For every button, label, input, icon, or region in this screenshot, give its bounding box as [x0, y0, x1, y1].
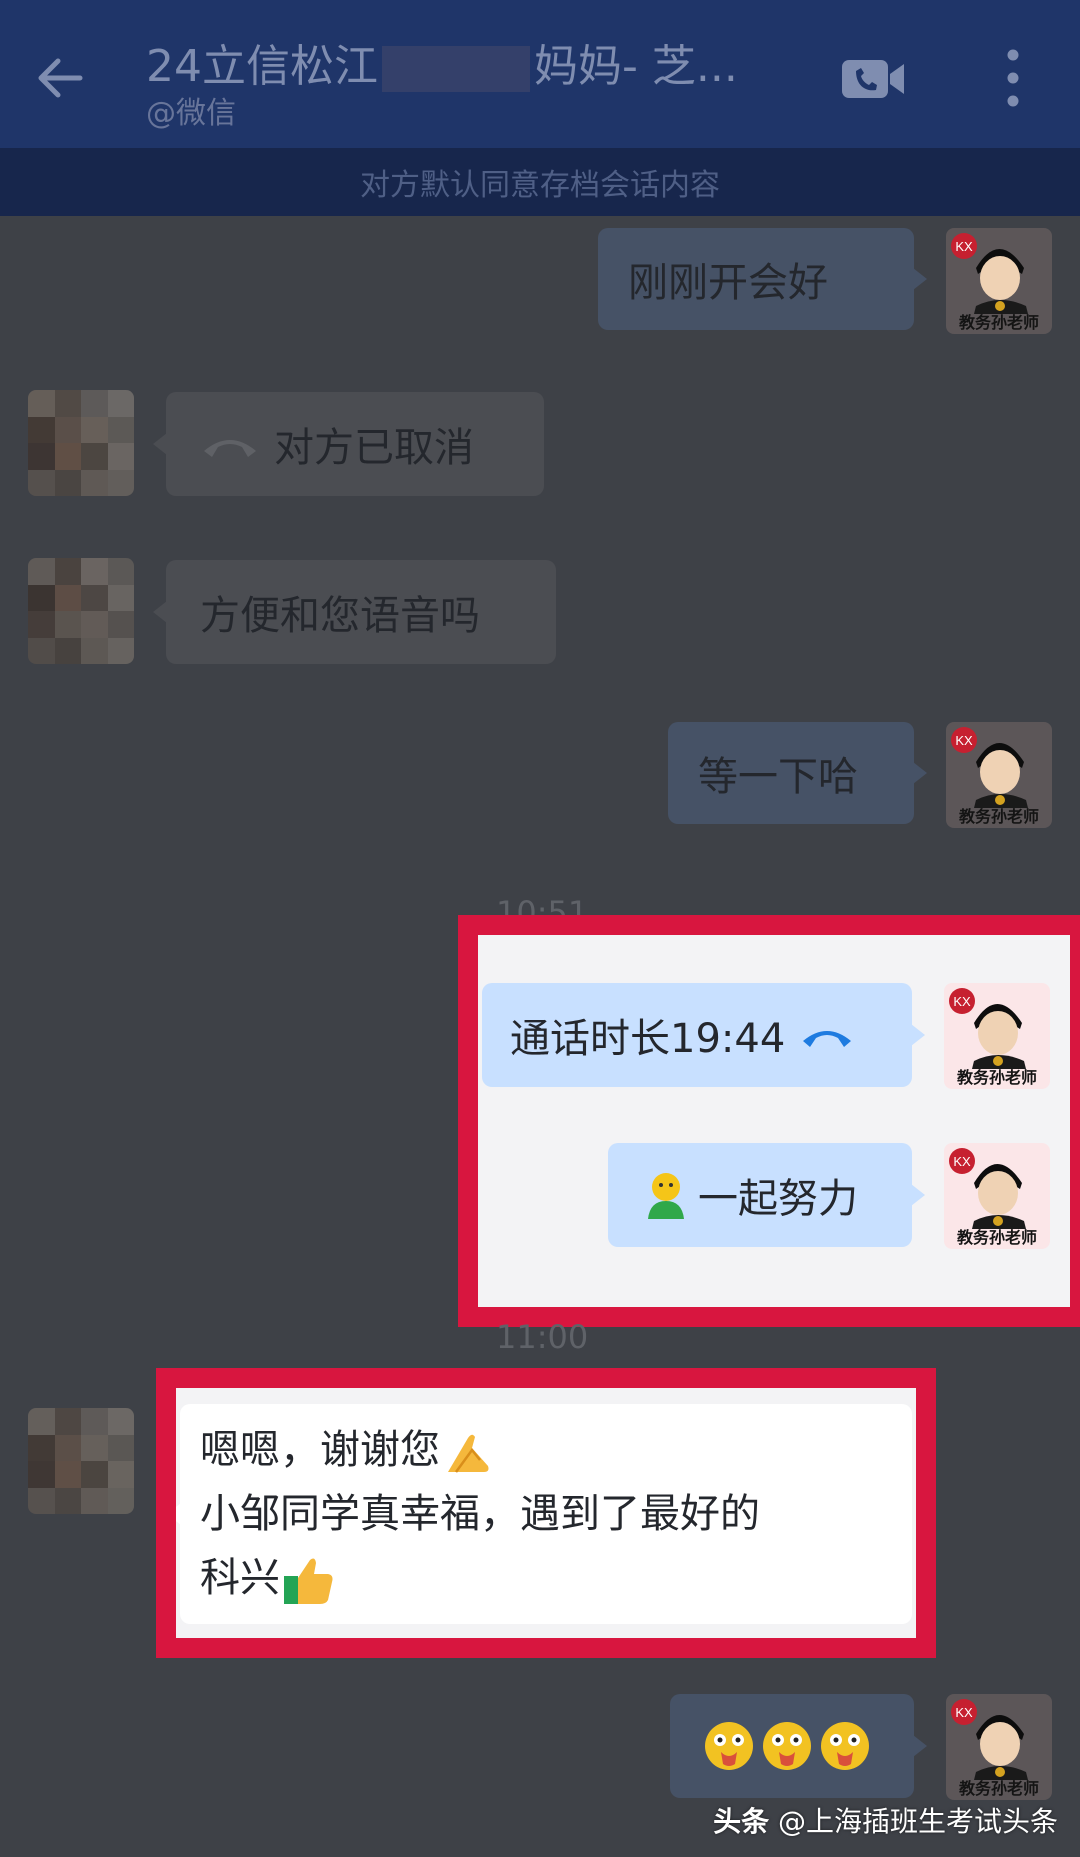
tongue-face-emoji-icon	[821, 1722, 869, 1770]
highlight-frame	[156, 1368, 936, 1658]
phone-hangup-icon	[204, 440, 256, 457]
message-text: 等一下哈	[698, 754, 858, 800]
incoming-message-bubble[interactable]: 对方已取消	[153, 392, 544, 496]
svg-text:KX: KX	[955, 239, 973, 254]
arrow-left-icon[interactable]	[30, 48, 90, 108]
parent-avatar[interactable]	[28, 558, 134, 664]
teacher-avatar[interactable]: KX 教务孙老师	[946, 1694, 1052, 1800]
chat-title: 24立信松江 妈妈- 芝...	[146, 30, 738, 94]
message-timestamp: 11:00	[496, 1318, 589, 1356]
watermark-brand: 头条	[713, 1805, 770, 1838]
parent-avatar[interactable]	[28, 1408, 134, 1514]
chat-title-prefix: 24立信松江	[146, 41, 378, 92]
highlight-frame	[458, 915, 1080, 1327]
teacher-avatar[interactable]: KX 教务孙老师	[946, 722, 1052, 828]
outgoing-message-bubble[interactable]: 等一下哈	[668, 722, 927, 824]
archive-notice: 对方默认同意存档会话内容	[0, 148, 1080, 216]
tongue-face-emoji-icon	[705, 1722, 753, 1770]
message-text: 方便和您语音吗	[200, 593, 480, 639]
tongue-face-emoji-icon	[763, 1722, 811, 1770]
more-vertical-icon[interactable]	[1000, 46, 1026, 110]
watermark-handle: @上海插班生考试头条	[777, 1805, 1058, 1838]
message-text: 对方已取消	[274, 425, 474, 471]
incoming-message-bubble[interactable]: 方便和您语音吗	[153, 560, 556, 664]
teacher-avatar[interactable]: KX 教务孙老师	[946, 228, 1052, 334]
teacher-name-label: 教务孙老师	[958, 1779, 1039, 1798]
redacted-name	[382, 46, 530, 92]
parent-avatar[interactable]	[28, 390, 134, 496]
svg-text:KX: KX	[955, 1705, 973, 1720]
outgoing-message-bubble[interactable]	[670, 1694, 927, 1798]
chat-header: 24立信松江 妈妈- 芝... @微信	[0, 0, 1080, 148]
video-call-icon[interactable]	[840, 54, 906, 104]
svg-text:KX: KX	[955, 733, 973, 748]
chat-title-suffix: 妈妈- 芝...	[534, 41, 738, 92]
outgoing-message-bubble[interactable]: 刚刚开会好	[598, 228, 927, 330]
teacher-name-label: 教务孙老师	[958, 807, 1039, 826]
emoji-row	[700, 1720, 874, 1772]
chat-subtitle: @微信	[146, 96, 236, 131]
teacher-name-label: 教务孙老师	[958, 313, 1039, 332]
watermark: 头条 @上海插班生考试头条	[713, 1800, 1058, 1840]
message-text: 刚刚开会好	[628, 260, 828, 306]
